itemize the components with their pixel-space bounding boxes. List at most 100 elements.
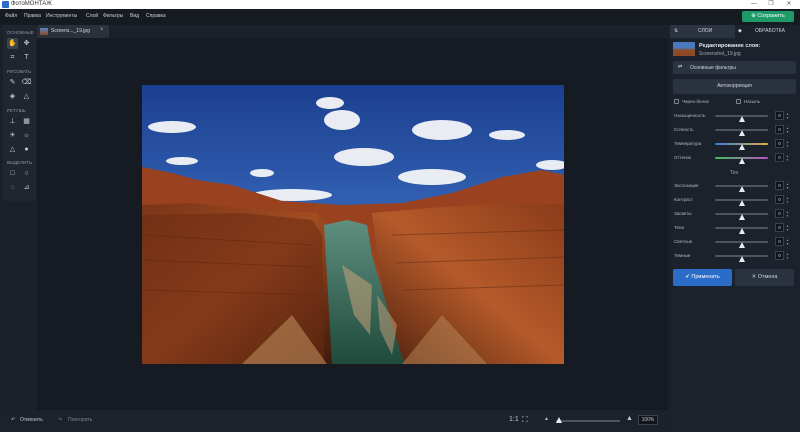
spinner-icon[interactable]: ▲ ▼ — [786, 126, 790, 134]
slider-whites[interactable]: Светлые 0 ▲ ▼ — [674, 237, 796, 248]
shapes-tool-icon[interactable]: △ — [21, 91, 32, 102]
slider-knob[interactable] — [738, 228, 745, 234]
slider-value[interactable]: 0 — [775, 111, 784, 120]
actual-size-button[interactable]: 1:1 — [509, 416, 519, 423]
cancel-button[interactable]: ✕ Отмена — [735, 269, 794, 286]
slider-track[interactable] — [715, 213, 768, 220]
slider-track[interactable] — [715, 255, 768, 262]
document-tab[interactable]: Screens..._19.jpg × — [37, 25, 109, 38]
ellipse-select-icon[interactable]: ○ — [21, 168, 32, 179]
slider-value[interactable]: 0 — [775, 237, 784, 246]
spinner-icon[interactable]: ▲ ▼ — [786, 154, 790, 162]
slider-temperature[interactable]: Температура 0 ▲ ▼ — [674, 139, 796, 150]
save-button[interactable]: ⊕ Сохранить — [742, 11, 794, 22]
slider-value[interactable]: 0 — [775, 139, 784, 148]
fit-screen-icon[interactable]: ⛶ — [522, 415, 528, 425]
slider-track[interactable] — [715, 157, 768, 164]
slider-knob[interactable] — [738, 130, 745, 136]
spinner-icon[interactable]: ▲ ▼ — [786, 210, 790, 218]
eraser-tool-icon[interactable]: ⌫ — [21, 77, 32, 88]
redo-icon[interactable]: ↷ — [58, 417, 62, 423]
slider-track[interactable] — [715, 115, 768, 122]
spinner-icon[interactable]: ▲ ▼ — [786, 182, 790, 190]
zoom-level[interactable]: 100% — [638, 415, 658, 425]
slider-highlights[interactable]: Засветы 0 ▲ ▼ — [674, 209, 796, 220]
undo-button[interactable]: Отменить — [20, 417, 43, 423]
slider-value[interactable]: 0 — [775, 209, 784, 218]
slider-value[interactable]: 0 — [775, 195, 784, 204]
slider-value[interactable]: 0 — [775, 153, 784, 162]
slider-knob[interactable] — [738, 116, 745, 122]
zoom-in-icon[interactable]: ▲ — [626, 415, 633, 422]
slider-track[interactable] — [715, 199, 768, 206]
minimize-icon[interactable]: — — [748, 0, 760, 9]
slider-value[interactable]: 0 — [775, 125, 784, 134]
slider-knob[interactable] — [738, 158, 745, 164]
autocorrect-button[interactable]: Автокоррекция — [673, 79, 796, 94]
zoom-slider-knob[interactable] — [555, 417, 562, 423]
fill-tool-icon[interactable]: ◈ — [7, 91, 18, 102]
slider-knob[interactable] — [738, 186, 745, 192]
menu-filters[interactable]: Фильтры — [103, 13, 123, 19]
menu-tools[interactable]: Инструменты — [46, 13, 77, 19]
crop-tool-icon[interactable]: ⌗ — [7, 52, 18, 63]
maximize-icon[interactable]: ❐ — [765, 0, 777, 9]
hand-tool-icon[interactable]: ✋ — [7, 38, 18, 49]
undo-icon[interactable]: ↶ — [11, 417, 15, 423]
dodge-tool-icon[interactable]: ☀ — [7, 130, 18, 141]
close-tab-icon[interactable]: × — [100, 27, 104, 33]
zoom-out-icon[interactable]: ▲ — [544, 416, 549, 422]
slider-tint[interactable]: Оттенок 0 ▲ ▼ — [674, 153, 796, 164]
slider-exposure[interactable]: Экспозиция 0 ▲ ▼ — [674, 181, 796, 192]
slider-track[interactable] — [715, 129, 768, 136]
slider-knob[interactable] — [738, 242, 745, 248]
slider-value[interactable]: 0 — [775, 223, 784, 232]
menu-file[interactable]: Файл — [5, 13, 17, 19]
spinner-icon[interactable]: ▲ ▼ — [786, 140, 790, 148]
slider-vibrance[interactable]: Сочность 0 ▲ ▼ — [674, 125, 796, 136]
slider-value[interactable]: 0 — [775, 251, 784, 260]
zoom-slider[interactable] — [555, 417, 620, 423]
text-tool-icon[interactable]: T — [21, 52, 32, 63]
spinner-icon[interactable]: ▲ ▼ — [786, 252, 790, 260]
redo-button[interactable]: Повторить — [68, 417, 92, 423]
spinner-icon[interactable]: ▲ ▼ — [786, 112, 790, 120]
menu-view[interactable]: Вид — [130, 13, 139, 19]
slider-knob[interactable] — [738, 256, 745, 262]
polygon-select-icon[interactable]: ⊿ — [21, 182, 32, 193]
slider-knob[interactable] — [738, 200, 745, 206]
menu-edit[interactable]: Правка — [24, 13, 41, 19]
move-tool-icon[interactable]: ✥ — [21, 38, 32, 49]
slider-shadows[interactable]: Тени 0 ▲ ▼ — [674, 223, 796, 234]
apply-button[interactable]: ✔ Применить — [673, 269, 732, 286]
menu-layer[interactable]: Слой — [86, 13, 98, 19]
lasso-select-icon[interactable]: ◌ — [7, 182, 18, 193]
sepia-checkbox[interactable] — [736, 99, 741, 104]
spinner-icon[interactable]: ▲ ▼ — [786, 196, 790, 204]
stamp-tool-icon[interactable]: ⊥ — [7, 116, 18, 127]
tab-processing[interactable]: ◆ ОБРАБОТКА — [735, 25, 800, 38]
spinner-icon[interactable]: ▲ ▼ — [786, 224, 790, 232]
brush-tool-icon[interactable]: ✎ — [7, 77, 18, 88]
sharpen-tool-icon[interactable]: △ — [7, 144, 18, 155]
rect-select-icon[interactable]: □ — [7, 168, 18, 179]
blur-tool-icon[interactable]: ● — [21, 144, 32, 155]
slider-knob[interactable] — [738, 214, 745, 220]
slider-track[interactable] — [715, 227, 768, 234]
bw-checkbox[interactable] — [674, 99, 679, 104]
spinner-icon[interactable]: ▲ ▼ — [786, 238, 790, 246]
slider-track[interactable] — [715, 185, 768, 192]
canyon-photo[interactable] — [142, 85, 564, 364]
basic-filters-button[interactable]: ⇄ Основные фильтры — [673, 61, 796, 74]
close-icon[interactable]: ✕ — [783, 0, 795, 9]
burn-tool-icon[interactable]: ☼ — [21, 130, 32, 141]
menu-help[interactable]: Справка — [146, 13, 166, 19]
slider-track[interactable] — [715, 241, 768, 248]
tab-layers[interactable]: ⇅ СЛОИ — [670, 25, 735, 38]
patch-tool-icon[interactable]: ▦ — [21, 116, 32, 127]
slider-saturation[interactable]: Насыщенность 0 ▲ ▼ — [674, 111, 796, 122]
slider-value[interactable]: 0 — [775, 181, 784, 190]
slider-contrast[interactable]: Контраст 0 ▲ ▼ — [674, 195, 796, 206]
slider-blacks[interactable]: Темные 0 ▲ ▼ — [674, 251, 796, 262]
slider-track[interactable] — [715, 143, 768, 150]
